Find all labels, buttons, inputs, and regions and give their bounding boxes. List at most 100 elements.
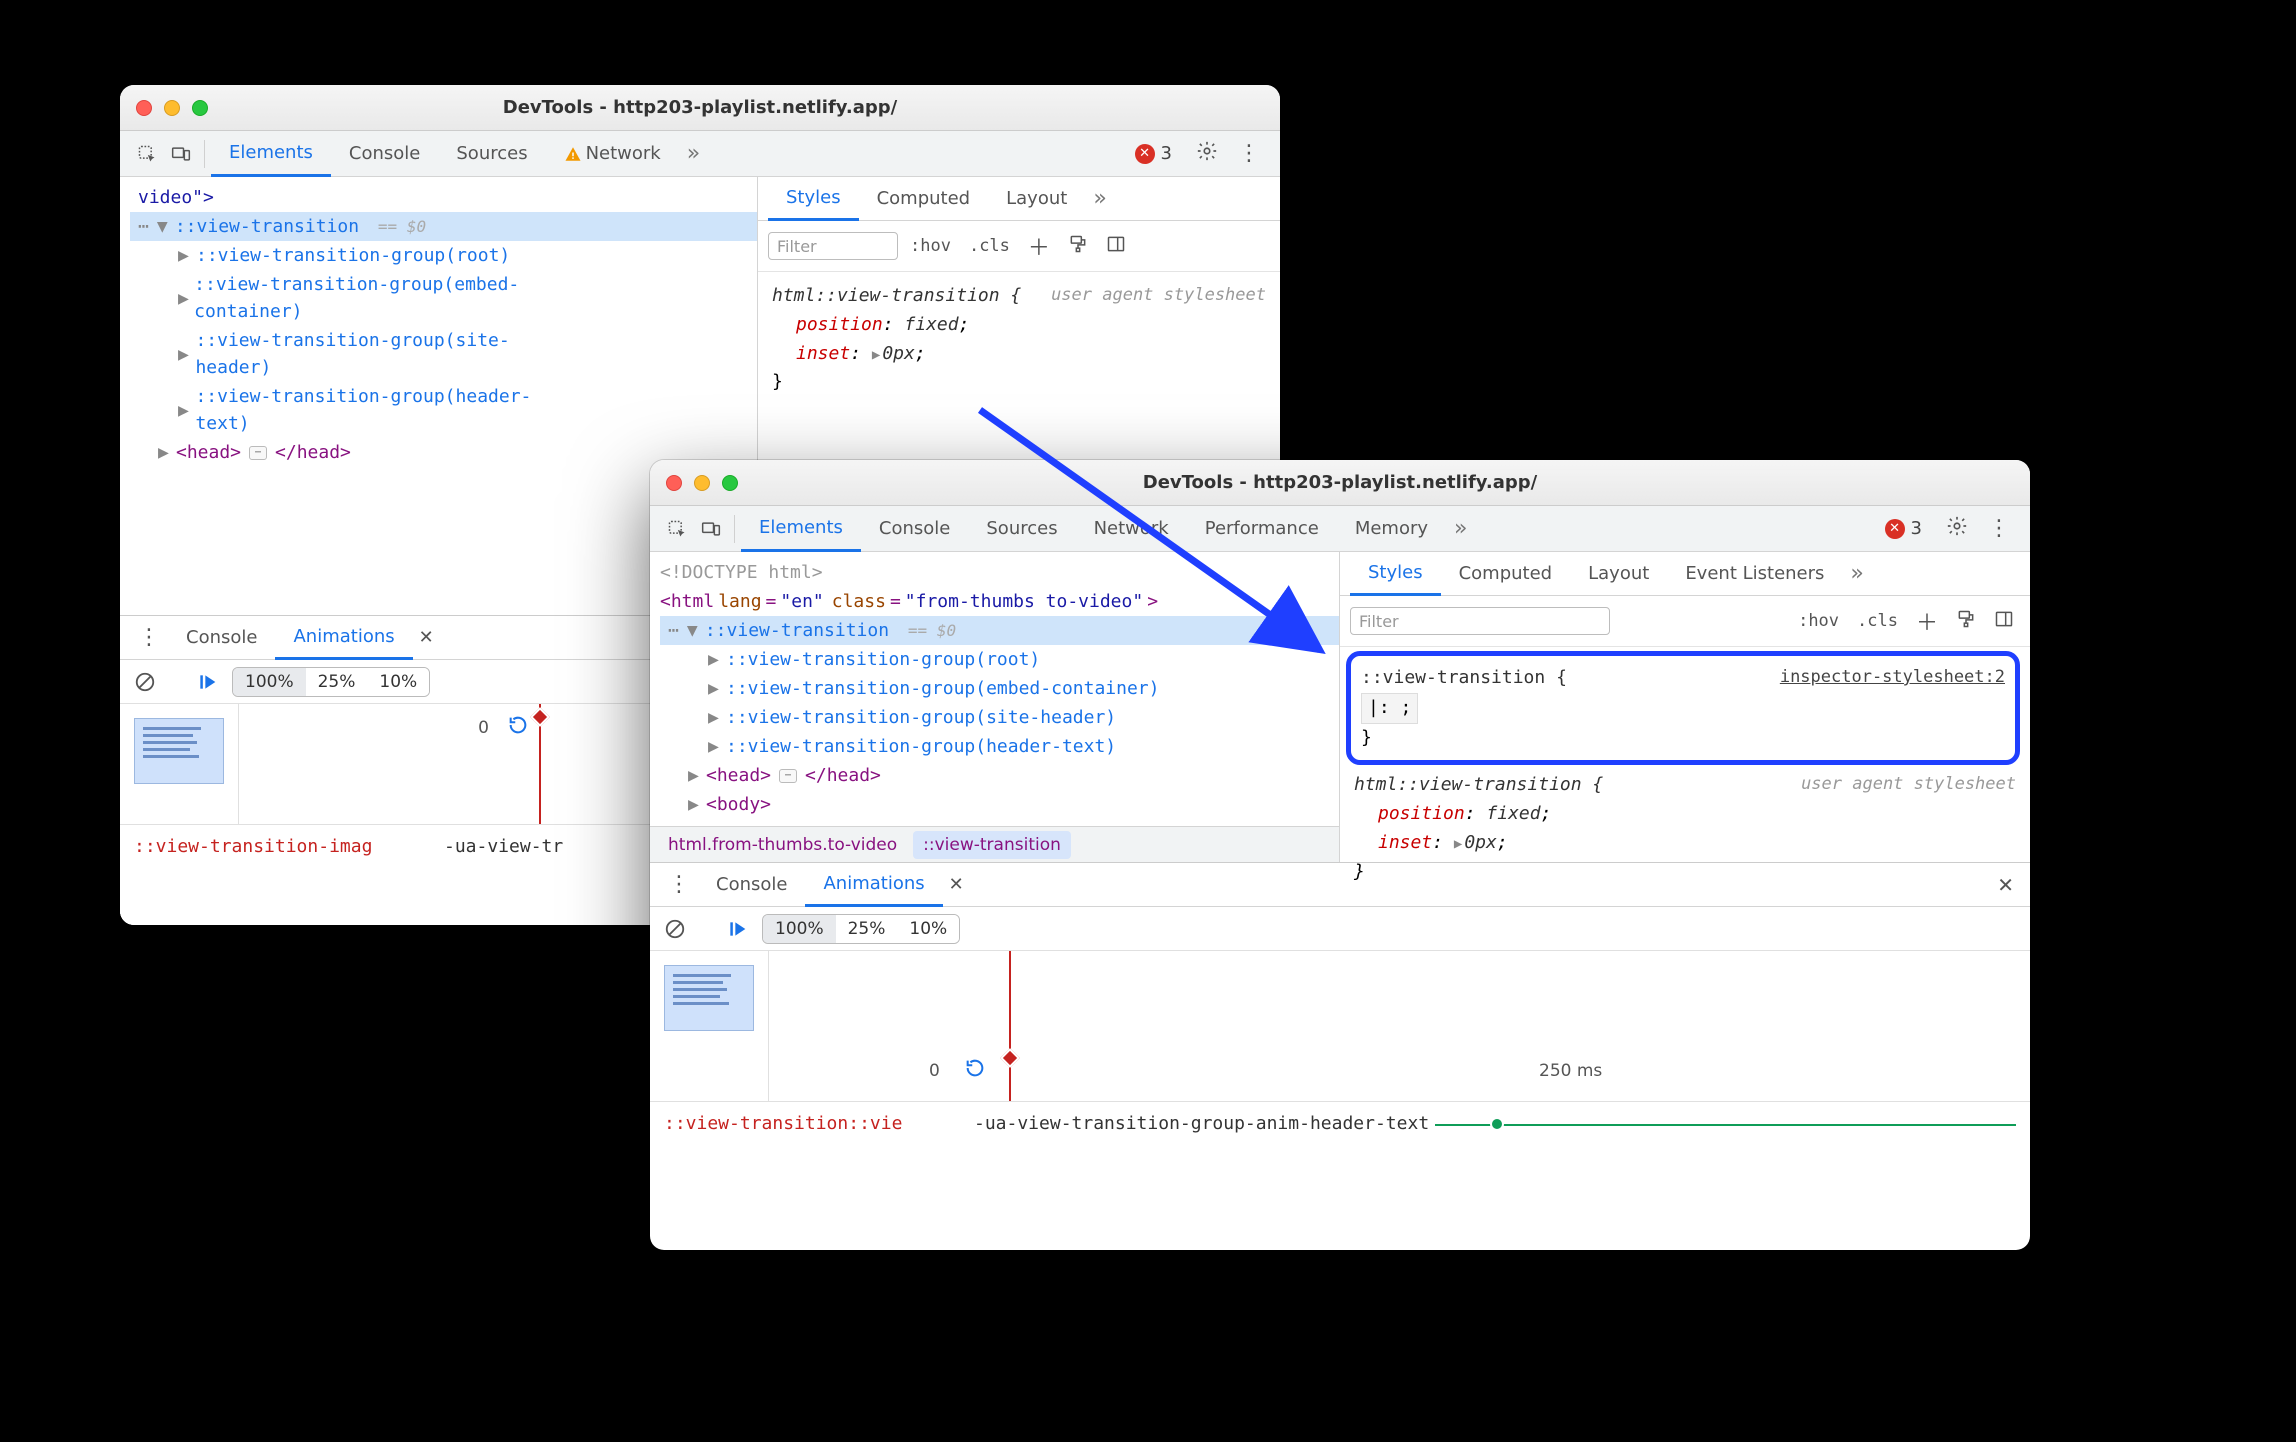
inspect-icon[interactable]: [130, 137, 164, 171]
dom-node-selected[interactable]: ⋯ ▼ ::view-transition == $0: [130, 212, 757, 241]
new-rule-icon[interactable]: ＋: [1910, 602, 1944, 640]
subtab-event-listeners[interactable]: Event Listeners: [1667, 552, 1842, 596]
subtab-layout[interactable]: Layout: [1570, 552, 1667, 596]
css-rule[interactable]: user agent stylesheet html::view-transit…: [1340, 767, 2030, 896]
drawer-tab-console[interactable]: Console: [698, 863, 805, 907]
drawer-more-icon[interactable]: ⋮: [130, 625, 168, 650]
expand-icon[interactable]: ▶: [158, 439, 172, 466]
expand-icon[interactable]: ▼: [157, 213, 171, 240]
dom-tree[interactable]: video"> ⋯ ▼ ::view-transition == $0 ▶::v…: [120, 177, 757, 473]
css-property-edit[interactable]: |: ;: [1361, 693, 1418, 724]
error-count[interactable]: ✕ 3: [1885, 518, 1922, 539]
keyframe-diamond-icon[interactable]: [530, 707, 550, 727]
tab-elements[interactable]: Elements: [741, 506, 861, 552]
expand-icon[interactable]: ▶: [1454, 836, 1462, 852]
subtab-computed[interactable]: Computed: [1441, 552, 1571, 596]
dom-node[interactable]: ▶::view-transition-group(embed-container…: [130, 270, 570, 326]
expand-icon[interactable]: ▶: [708, 646, 722, 673]
expand-icon[interactable]: ▶: [178, 242, 192, 269]
css-rule[interactable]: user agent stylesheet html::view-transit…: [758, 272, 1280, 407]
expand-icon[interactable]: ▶: [178, 397, 191, 424]
keyframe-diamond-icon[interactable]: [1000, 1048, 1020, 1068]
crumb-item-active[interactable]: ::view-transition: [913, 831, 1071, 859]
drawer-tab-console[interactable]: Console: [168, 616, 275, 660]
dom-node[interactable]: ▶::view-transition-group(site-header): [130, 326, 570, 382]
rule-source-link[interactable]: inspector-stylesheet:2: [1780, 664, 2005, 691]
drawer-tab-animations[interactable]: Animations: [805, 863, 942, 907]
tab-sources[interactable]: Sources: [438, 131, 545, 177]
dom-node[interactable]: ▶::view-transition-group(header-text): [130, 382, 570, 438]
speed-10[interactable]: 10%: [367, 668, 429, 696]
paint-icon[interactable]: [1062, 231, 1094, 262]
zoom-window-button[interactable]: [722, 475, 738, 491]
close-tab-icon[interactable]: ✕: [943, 874, 970, 895]
speed-25[interactable]: 25%: [836, 915, 898, 943]
hov-toggle[interactable]: :hov: [904, 233, 957, 259]
inspect-icon[interactable]: [660, 512, 694, 546]
keyframe-dot-icon[interactable]: [1490, 1117, 1504, 1131]
settings-icon[interactable]: [1186, 140, 1228, 168]
expand-icon[interactable]: ▶: [178, 341, 191, 368]
tab-sources[interactable]: Sources: [968, 506, 1075, 552]
close-window-button[interactable]: [666, 475, 682, 491]
speed-25[interactable]: 25%: [306, 668, 368, 696]
tab-console[interactable]: Console: [861, 506, 968, 552]
tab-console[interactable]: Console: [331, 131, 438, 177]
computed-sidebar-icon[interactable]: [1100, 231, 1132, 262]
expand-icon[interactable]: ▶: [708, 733, 722, 760]
expand-icon[interactable]: ▶: [178, 285, 190, 312]
more-icon[interactable]: ⋮: [1228, 141, 1270, 166]
speed-100[interactable]: 100%: [233, 668, 306, 696]
dom-node[interactable]: video">: [130, 183, 757, 212]
speed-100[interactable]: 100%: [763, 915, 836, 943]
expand-icon[interactable]: ▶: [708, 675, 722, 702]
replay-icon[interactable]: [507, 714, 529, 741]
dom-node[interactable]: ▶::view-transition-group(site-header): [660, 703, 1339, 732]
expand-icon[interactable]: ▶: [688, 791, 702, 818]
tab-performance[interactable]: Performance: [1187, 506, 1337, 552]
drawer-more-icon[interactable]: ⋮: [660, 872, 698, 897]
dom-node[interactable]: ▶ <head> ⋯ </head>: [660, 761, 1339, 790]
play-icon[interactable]: [722, 914, 752, 944]
filter-input[interactable]: Filter: [1350, 607, 1610, 635]
tabs-overflow-icon[interactable]: »: [679, 141, 708, 166]
subtab-layout[interactable]: Layout: [988, 177, 1085, 221]
computed-sidebar-icon[interactable]: [1988, 606, 2020, 637]
speed-10[interactable]: 10%: [897, 915, 959, 943]
tab-network[interactable]: Network: [546, 131, 679, 177]
animation-thumbnail[interactable]: [134, 718, 224, 784]
close-tab-icon[interactable]: ✕: [413, 627, 440, 648]
animation-row[interactable]: ::view-transition::vie -ua-view-transiti…: [650, 1101, 2030, 1145]
dom-node[interactable]: ▶::view-transition-group(embed-container…: [660, 674, 1339, 703]
animation-thumbnail[interactable]: [664, 965, 754, 1031]
cls-toggle[interactable]: .cls: [1851, 608, 1904, 634]
more-icon[interactable]: ⋮: [1978, 516, 2020, 541]
titlebar[interactable]: DevTools - http203-playlist.netlify.app/: [120, 85, 1280, 131]
clear-icon[interactable]: [130, 667, 160, 697]
subtab-styles[interactable]: Styles: [1350, 552, 1441, 596]
tab-memory[interactable]: Memory: [1337, 506, 1446, 552]
expand-icon[interactable]: ▶: [688, 762, 702, 789]
css-rule-new-highlighted[interactable]: inspector-stylesheet:2 ::view-transition…: [1346, 651, 2020, 765]
subtabs-overflow-icon[interactable]: »: [1842, 561, 1871, 586]
animations-timeline[interactable]: 0 250 ms: [768, 951, 2030, 1101]
replay-icon[interactable]: [964, 1057, 986, 1084]
play-icon[interactable]: [192, 667, 222, 697]
dom-node-selected[interactable]: ⋯ ▼ ::view-transition == $0: [660, 616, 1339, 645]
dom-node[interactable]: <!DOCTYPE html>: [660, 558, 1339, 587]
drawer-tab-animations[interactable]: Animations: [275, 616, 412, 660]
new-rule-icon[interactable]: ＋: [1022, 227, 1056, 265]
expand-icon[interactable]: ▼: [687, 617, 701, 644]
subtab-styles[interactable]: Styles: [768, 177, 859, 221]
crumb-item[interactable]: html.from-thumbs.to-video: [658, 831, 907, 859]
close-window-button[interactable]: [136, 100, 152, 116]
dom-node[interactable]: <html lang="en" class="from-thumbs to-vi…: [660, 587, 1339, 616]
tab-network[interactable]: Network: [1076, 506, 1187, 552]
minimize-window-button[interactable]: [164, 100, 180, 116]
dom-node[interactable]: ▶::view-transition-group(root): [130, 241, 757, 270]
dom-node[interactable]: ▶::view-transition-group(header-text): [660, 732, 1339, 761]
filter-input[interactable]: Filter: [768, 232, 898, 260]
expand-icon[interactable]: ▶: [708, 704, 722, 731]
titlebar[interactable]: DevTools - http203-playlist.netlify.app/: [650, 460, 2030, 506]
hov-toggle[interactable]: :hov: [1792, 608, 1845, 634]
